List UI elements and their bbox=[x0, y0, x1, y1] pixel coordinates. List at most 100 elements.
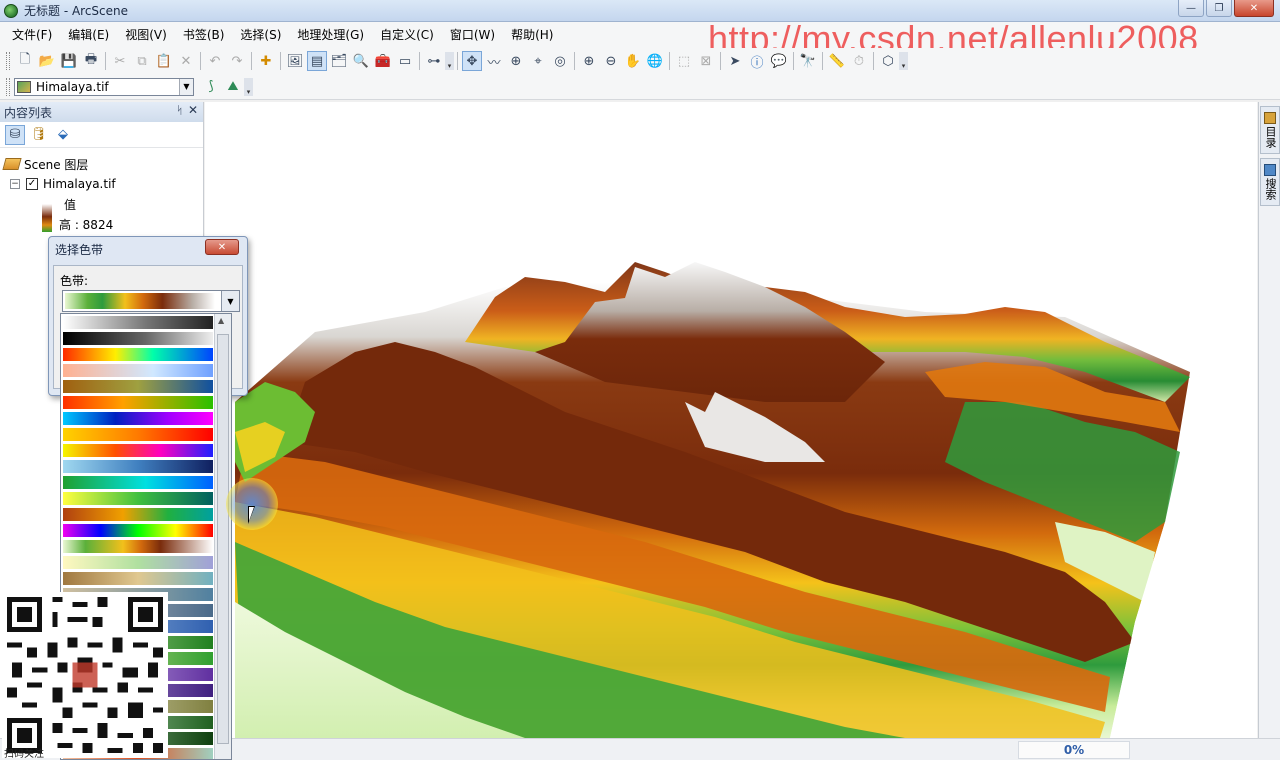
html-popup-icon[interactable]: 💬 bbox=[769, 51, 789, 71]
redo-icon[interactable]: ↷ bbox=[227, 51, 247, 71]
scene-view[interactable] bbox=[205, 102, 1257, 738]
menu-bookmarks[interactable]: 书签(B) bbox=[175, 22, 233, 48]
delete-icon[interactable]: ✕ bbox=[176, 51, 196, 71]
standard-toolbar: 🗋 📂 💾 🖶 ✂ ⧉ 📋 ✕ ↶ ↷ ✚ 🖼 ▤ 🗂 🔍 🧰 ▭ ⊶ ▾ ✥ … bbox=[0, 48, 1280, 74]
toolbar-separator bbox=[457, 52, 458, 70]
clear-selection-icon[interactable]: ⊠ bbox=[696, 51, 716, 71]
ramp-option[interactable] bbox=[63, 364, 213, 377]
ramp-option[interactable] bbox=[63, 316, 213, 329]
ramp-option[interactable] bbox=[63, 444, 213, 457]
scene-layers-row[interactable]: Scene 图层 bbox=[2, 154, 199, 174]
navigate-icon[interactable]: ✥ bbox=[462, 51, 482, 71]
ramp-option[interactable] bbox=[63, 380, 213, 393]
full-extent-icon[interactable]: 🌐 bbox=[645, 51, 665, 71]
ramp-option[interactable] bbox=[63, 476, 213, 489]
list-by-source-icon[interactable]: 🛢 bbox=[29, 125, 49, 145]
ramp-option[interactable] bbox=[63, 348, 213, 361]
chevron-down-icon[interactable]: ▼ bbox=[179, 78, 193, 95]
pin-icon[interactable]: ᛋ bbox=[176, 104, 183, 117]
3d-effects-icon[interactable]: ⬡ bbox=[878, 51, 898, 71]
ramp-option[interactable] bbox=[63, 460, 213, 473]
menu-file[interactable]: 文件(F) bbox=[4, 22, 60, 48]
select-features-icon[interactable]: ⬚ bbox=[674, 51, 694, 71]
toolbar-separator bbox=[822, 52, 823, 70]
ramp-option[interactable] bbox=[63, 508, 213, 521]
cut-icon[interactable]: ✂ bbox=[110, 51, 130, 71]
fly-icon[interactable]: 〰 bbox=[484, 51, 504, 71]
zoom-out-icon[interactable]: ⊖ bbox=[601, 51, 621, 71]
search-tab[interactable]: 搜索 bbox=[1260, 158, 1280, 206]
menu-geoprocessing[interactable]: 地理处理(G) bbox=[289, 22, 372, 48]
list-by-drawing-order-icon[interactable]: ⛁ bbox=[5, 124, 25, 145]
model-builder-icon[interactable]: ⊶ bbox=[424, 51, 444, 71]
undo-icon[interactable]: ↶ bbox=[205, 51, 225, 71]
layer-select-dropdown[interactable]: Himalaya.tif ▼ bbox=[14, 77, 194, 96]
find-icon[interactable]: 🔭 bbox=[798, 51, 818, 71]
ramp-option[interactable] bbox=[63, 332, 213, 345]
dialog-title-bar[interactable]: 选择色带 ✕ bbox=[49, 237, 247, 261]
catalog-icon[interactable]: 🗂 bbox=[329, 51, 349, 71]
zoom-in-icon[interactable]: ⊕ bbox=[579, 51, 599, 71]
menu-windows[interactable]: 窗口(W) bbox=[442, 22, 503, 48]
ramp-option[interactable] bbox=[63, 396, 213, 409]
save-icon[interactable]: 💾 bbox=[59, 51, 79, 71]
set-observer-icon[interactable]: ◎ bbox=[550, 51, 570, 71]
copy-icon[interactable]: ⧉ bbox=[132, 51, 152, 71]
ramp-list-scrollbar[interactable]: ▲ bbox=[214, 314, 231, 759]
zoom-to-target-icon[interactable]: ⌖ bbox=[528, 51, 548, 71]
toolbar-overflow-icon[interactable]: ▾ bbox=[899, 52, 908, 70]
ramp-option[interactable] bbox=[63, 492, 213, 505]
print-icon[interactable]: 🖶 bbox=[81, 51, 101, 71]
pan-icon[interactable]: ✋ bbox=[623, 51, 643, 71]
minimize-button[interactable]: — bbox=[1178, 0, 1204, 17]
paste-icon[interactable]: 📋 bbox=[154, 51, 174, 71]
time-slider-icon[interactable]: ⏱ bbox=[849, 51, 869, 71]
list-by-visibility-icon[interactable]: ⬙ bbox=[53, 125, 73, 145]
search-icon bbox=[1264, 164, 1276, 176]
close-window-button[interactable]: ✕ bbox=[1234, 0, 1274, 17]
menu-selection[interactable]: 选择(S) bbox=[232, 22, 289, 48]
layer-row-himalaya[interactable]: − ✓ Himalaya.tif bbox=[4, 174, 199, 194]
ramp-option[interactable] bbox=[63, 540, 213, 553]
open-folder-icon[interactable]: 📂 bbox=[37, 51, 57, 71]
close-icon[interactable]: ✕ bbox=[188, 103, 198, 117]
ramp-option[interactable] bbox=[63, 524, 213, 537]
layer-visibility-checkbox[interactable]: ✓ bbox=[26, 178, 38, 190]
toolbar-overflow-icon[interactable]: ▾ bbox=[244, 77, 253, 96]
select-elements-icon[interactable]: ➤ bbox=[725, 51, 745, 71]
toolbar-overflow-icon[interactable]: ▾ bbox=[445, 52, 454, 70]
scrollbar-thumb[interactable] bbox=[217, 334, 229, 744]
python-window-icon[interactable]: ▭ bbox=[395, 51, 415, 71]
target-center-icon[interactable]: ⊕ bbox=[506, 51, 526, 71]
scene-image-icon[interactable]: 🖼 bbox=[285, 51, 305, 71]
identify-icon[interactable]: ⓘ bbox=[747, 51, 767, 71]
table-of-contents-icon[interactable]: ▤ bbox=[307, 51, 327, 71]
ramp-option[interactable] bbox=[63, 428, 213, 441]
steepest-path-icon[interactable]: ⛰ bbox=[223, 77, 243, 97]
search-window-icon[interactable]: 🔍 bbox=[351, 51, 371, 71]
measure-icon[interactable]: 📏 bbox=[827, 51, 847, 71]
ramp-option[interactable] bbox=[63, 412, 213, 425]
menu-help[interactable]: 帮助(H) bbox=[503, 22, 561, 48]
chevron-down-icon[interactable]: ▼ bbox=[221, 291, 239, 311]
toc-title: 内容列表 bbox=[4, 105, 53, 120]
menu-edit[interactable]: 编辑(E) bbox=[60, 22, 117, 48]
ramp-option[interactable] bbox=[63, 556, 213, 569]
new-document-icon[interactable]: 🗋 bbox=[15, 51, 35, 71]
collapse-icon[interactable]: − bbox=[10, 179, 20, 189]
color-ramp-combobox[interactable]: ▼ bbox=[62, 290, 240, 312]
toolbox-icon[interactable]: 🧰 bbox=[373, 51, 393, 71]
window-title: 无标题 - ArcScene bbox=[24, 4, 129, 18]
menu-customize[interactable]: 自定义(C) bbox=[372, 22, 442, 48]
add-data-icon[interactable]: ✚ bbox=[256, 51, 276, 71]
legend-value-label: 值 bbox=[64, 197, 77, 212]
dialog-close-button[interactable]: ✕ bbox=[205, 239, 239, 255]
menu-view[interactable]: 视图(V) bbox=[117, 22, 175, 48]
toolbar-grip[interactable] bbox=[6, 77, 10, 96]
toolbar-grip[interactable] bbox=[6, 52, 10, 70]
maximize-button[interactable]: ❐ bbox=[1206, 0, 1232, 17]
contour-icon[interactable]: ⟆ bbox=[201, 77, 221, 97]
ramp-option[interactable] bbox=[63, 572, 213, 585]
scroll-up-icon[interactable]: ▲ bbox=[218, 316, 224, 325]
catalog-tab[interactable]: 目录 bbox=[1260, 106, 1280, 154]
